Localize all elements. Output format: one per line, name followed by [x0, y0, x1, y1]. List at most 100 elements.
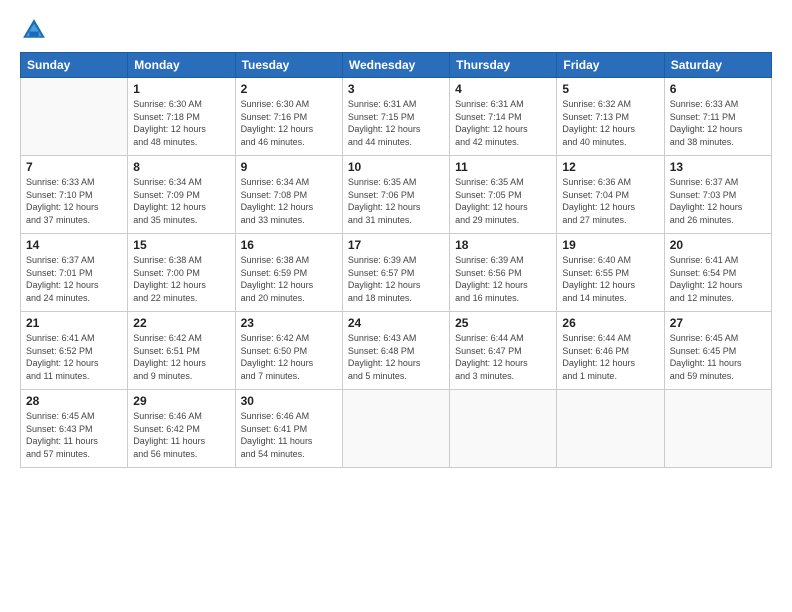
day-number: 6 [670, 82, 766, 96]
calendar-cell: 11 Sunrise: 6:35 AM Sunset: 7:05 PM Dayli… [450, 156, 557, 234]
calendar-cell: 8 Sunrise: 6:34 AM Sunset: 7:09 PM Daylig… [128, 156, 235, 234]
day-number: 8 [133, 160, 229, 174]
weekday-header: Sunday [21, 53, 128, 78]
day-number: 5 [562, 82, 658, 96]
weekday-header: Tuesday [235, 53, 342, 78]
day-number: 19 [562, 238, 658, 252]
calendar-cell: 3Sunrise: 6:31 AM Sunset: 7:15 PM Daylig… [342, 78, 449, 156]
day-number: 27 [670, 316, 766, 330]
day-number: 22 [133, 316, 229, 330]
day-info: Sunrise: 6:41 AM Sunset: 6:54 PM Dayligh… [670, 254, 766, 304]
weekday-header: Friday [557, 53, 664, 78]
calendar-cell [664, 390, 771, 468]
day-number: 30 [241, 394, 337, 408]
calendar-week-row: 1 Sunrise: 6:30 AM Sunset: 7:18 PM Daylig… [21, 78, 772, 156]
day-info: Sunrise: 6:33 AM Sunset: 7:11 PM Dayligh… [670, 98, 766, 148]
day-number: 15 [133, 238, 229, 252]
day-info: Sunrise: 6:42 AM Sunset: 6:50 PM Dayligh… [241, 332, 337, 382]
calendar-cell: 12Sunrise: 6:36 AM Sunset: 7:04 PM Dayli… [557, 156, 664, 234]
day-number: 17 [348, 238, 444, 252]
header [20, 16, 772, 44]
weekday-header: Monday [128, 53, 235, 78]
day-number: 14 [26, 238, 122, 252]
day-number: 21 [26, 316, 122, 330]
day-info: Sunrise: 6:32 AM Sunset: 7:13 PM Dayligh… [562, 98, 658, 148]
day-info: Sunrise: 6:45 AM Sunset: 6:45 PM Dayligh… [670, 332, 766, 382]
day-info: Sunrise: 6:42 AM Sunset: 6:51 PM Dayligh… [133, 332, 229, 382]
calendar-header-row: SundayMondayTuesdayWednesdayThursdayFrid… [21, 53, 772, 78]
calendar-cell: 15 Sunrise: 6:38 AM Sunset: 7:00 PM Dayli… [128, 234, 235, 312]
day-info: Sunrise: 6:46 AM Sunset: 6:41 PM Dayligh… [241, 410, 337, 460]
calendar-cell: 24 Sunrise: 6:43 AM Sunset: 6:48 PM Dayli… [342, 312, 449, 390]
calendar-week-row: 21 Sunrise: 6:41 AM Sunset: 6:52 PM Dayli… [21, 312, 772, 390]
day-info: Sunrise: 6:46 AM Sunset: 6:42 PM Dayligh… [133, 410, 229, 460]
day-number: 1 [133, 82, 229, 96]
day-info: Sunrise: 6:43 AM Sunset: 6:48 PM Dayligh… [348, 332, 444, 382]
day-info: Sunrise: 6:41 AM Sunset: 6:52 PM Dayligh… [26, 332, 122, 382]
calendar-cell: 5 Sunrise: 6:32 AM Sunset: 7:13 PM Daylig… [557, 78, 664, 156]
calendar-cell [21, 78, 128, 156]
day-info: Sunrise: 6:34 AM Sunset: 7:08 PM Dayligh… [241, 176, 337, 226]
calendar-cell: 10Sunrise: 6:35 AM Sunset: 7:06 PM Dayli… [342, 156, 449, 234]
calendar-cell: 4 Sunrise: 6:31 AM Sunset: 7:14 PM Daylig… [450, 78, 557, 156]
calendar-week-row: 28Sunrise: 6:45 AM Sunset: 6:43 PM Dayli… [21, 390, 772, 468]
day-info: Sunrise: 6:33 AM Sunset: 7:10 PM Dayligh… [26, 176, 122, 226]
calendar-cell: 25Sunrise: 6:44 AM Sunset: 6:47 PM Dayli… [450, 312, 557, 390]
day-info: Sunrise: 6:38 AM Sunset: 6:59 PM Dayligh… [241, 254, 337, 304]
calendar-cell: 23Sunrise: 6:42 AM Sunset: 6:50 PM Dayli… [235, 312, 342, 390]
calendar-cell: 20 Sunrise: 6:41 AM Sunset: 6:54 PM Dayli… [664, 234, 771, 312]
calendar-table: SundayMondayTuesdayWednesdayThursdayFrid… [20, 52, 772, 468]
day-info: Sunrise: 6:45 AM Sunset: 6:43 PM Dayligh… [26, 410, 122, 460]
calendar-cell: 2 Sunrise: 6:30 AM Sunset: 7:16 PM Daylig… [235, 78, 342, 156]
logo-icon [20, 16, 48, 44]
calendar-cell: 9 Sunrise: 6:34 AM Sunset: 7:08 PM Daylig… [235, 156, 342, 234]
calendar-cell [342, 390, 449, 468]
calendar-cell: 14 Sunrise: 6:37 AM Sunset: 7:01 PM Dayli… [21, 234, 128, 312]
calendar-cell: 27 Sunrise: 6:45 AM Sunset: 6:45 PM Dayli… [664, 312, 771, 390]
day-info: Sunrise: 6:31 AM Sunset: 7:14 PM Dayligh… [455, 98, 551, 148]
day-number: 18 [455, 238, 551, 252]
day-info: Sunrise: 6:37 AM Sunset: 7:01 PM Dayligh… [26, 254, 122, 304]
calendar-cell: 13Sunrise: 6:37 AM Sunset: 7:03 PM Dayli… [664, 156, 771, 234]
day-info: Sunrise: 6:35 AM Sunset: 7:05 PM Dayligh… [455, 176, 551, 226]
day-info: Sunrise: 6:39 AM Sunset: 6:57 PM Dayligh… [348, 254, 444, 304]
calendar-week-row: 7Sunrise: 6:33 AM Sunset: 7:10 PM Daylig… [21, 156, 772, 234]
calendar-cell: 19Sunrise: 6:40 AM Sunset: 6:55 PM Dayli… [557, 234, 664, 312]
day-info: Sunrise: 6:39 AM Sunset: 6:56 PM Dayligh… [455, 254, 551, 304]
day-number: 24 [348, 316, 444, 330]
day-number: 13 [670, 160, 766, 174]
calendar-cell: 29Sunrise: 6:46 AM Sunset: 6:42 PM Dayli… [128, 390, 235, 468]
calendar-cell: 22 Sunrise: 6:42 AM Sunset: 6:51 PM Dayli… [128, 312, 235, 390]
logo [20, 16, 52, 44]
page: SundayMondayTuesdayWednesdayThursdayFrid… [0, 0, 792, 612]
calendar-cell: 28Sunrise: 6:45 AM Sunset: 6:43 PM Dayli… [21, 390, 128, 468]
day-info: Sunrise: 6:30 AM Sunset: 7:16 PM Dayligh… [241, 98, 337, 148]
day-number: 20 [670, 238, 766, 252]
day-number: 3 [348, 82, 444, 96]
weekday-header: Saturday [664, 53, 771, 78]
calendar-week-row: 14 Sunrise: 6:37 AM Sunset: 7:01 PM Dayli… [21, 234, 772, 312]
weekday-header: Thursday [450, 53, 557, 78]
calendar-cell: 26 Sunrise: 6:44 AM Sunset: 6:46 PM Dayli… [557, 312, 664, 390]
day-number: 9 [241, 160, 337, 174]
day-info: Sunrise: 6:38 AM Sunset: 7:00 PM Dayligh… [133, 254, 229, 304]
day-number: 2 [241, 82, 337, 96]
day-info: Sunrise: 6:44 AM Sunset: 6:46 PM Dayligh… [562, 332, 658, 382]
calendar-cell: 7Sunrise: 6:33 AM Sunset: 7:10 PM Daylig… [21, 156, 128, 234]
weekday-header: Wednesday [342, 53, 449, 78]
calendar-cell: 21 Sunrise: 6:41 AM Sunset: 6:52 PM Dayli… [21, 312, 128, 390]
day-number: 4 [455, 82, 551, 96]
calendar-cell: 6 Sunrise: 6:33 AM Sunset: 7:11 PM Daylig… [664, 78, 771, 156]
day-info: Sunrise: 6:30 AM Sunset: 7:18 PM Dayligh… [133, 98, 229, 148]
calendar-cell: 30 Sunrise: 6:46 AM Sunset: 6:41 PM Dayli… [235, 390, 342, 468]
day-number: 26 [562, 316, 658, 330]
day-info: Sunrise: 6:34 AM Sunset: 7:09 PM Dayligh… [133, 176, 229, 226]
calendar-cell [557, 390, 664, 468]
calendar-cell: 1 Sunrise: 6:30 AM Sunset: 7:18 PM Daylig… [128, 78, 235, 156]
day-number: 11 [455, 160, 551, 174]
calendar-cell: 16 Sunrise: 6:38 AM Sunset: 6:59 PM Dayli… [235, 234, 342, 312]
day-number: 16 [241, 238, 337, 252]
calendar-cell: 18 Sunrise: 6:39 AM Sunset: 6:56 PM Dayli… [450, 234, 557, 312]
day-info: Sunrise: 6:44 AM Sunset: 6:47 PM Dayligh… [455, 332, 551, 382]
calendar-cell: 17 Sunrise: 6:39 AM Sunset: 6:57 PM Dayli… [342, 234, 449, 312]
